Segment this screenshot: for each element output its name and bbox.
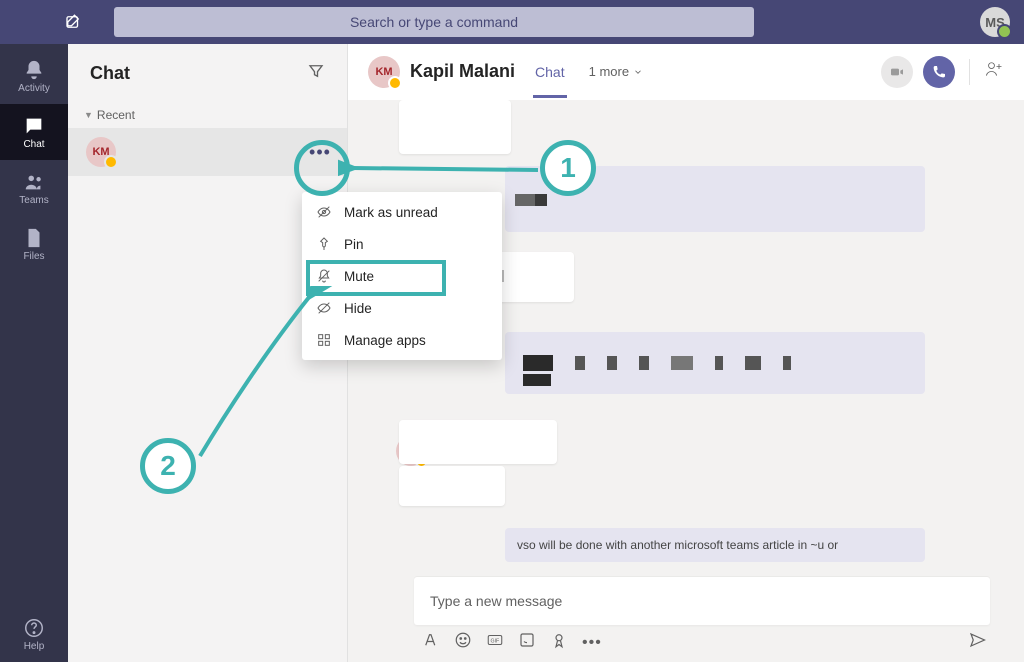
menu-mute[interactable]: Mute (302, 260, 502, 292)
menu-pin[interactable]: Pin (302, 228, 502, 260)
menu-manage-apps[interactable]: Manage apps (302, 324, 502, 356)
rail-chat[interactable]: Chat (0, 104, 68, 160)
send-button[interactable] (968, 631, 986, 654)
tab-chat[interactable]: Chat (533, 64, 567, 98)
annotation-step-1: 1 (540, 140, 596, 196)
chevron-down-icon (633, 67, 643, 77)
hide-icon (316, 300, 332, 316)
emoji-icon[interactable] (454, 631, 472, 654)
eye-off-icon (316, 204, 332, 220)
message-bubble (399, 100, 511, 154)
menu-hide[interactable]: Hide (302, 292, 502, 324)
message-input[interactable]: Type a new message (414, 577, 990, 625)
message-bubble: vso will be done with another microsoft … (505, 528, 925, 562)
chat-context-menu: Mark as unread Pin Mute Hide Manage apps (302, 192, 502, 360)
rail-activity[interactable]: Activity (0, 48, 68, 104)
apps-icon (316, 332, 332, 348)
rail-label: Chat (23, 139, 44, 150)
participants-more[interactable]: 1 more (589, 64, 643, 79)
bell-off-icon (316, 268, 332, 284)
message-bubble (505, 332, 925, 394)
more-icon[interactable]: ••• (582, 634, 602, 652)
message-bubble (399, 420, 557, 464)
app-shell: Activity Chat Teams Files Help Chat ▼ (0, 44, 1024, 662)
annotation-step-2: 2 (140, 438, 196, 494)
rail-label: Help (24, 641, 45, 652)
audio-call-button[interactable] (923, 56, 955, 88)
rail-teams[interactable]: Teams (0, 160, 68, 216)
rail-label: Files (23, 251, 44, 262)
message-bubble (399, 466, 505, 506)
pin-icon (316, 236, 332, 252)
rail-label: Teams (19, 195, 48, 206)
current-user-avatar[interactable]: MS (980, 7, 1010, 37)
titlebar: Search or type a command MS (0, 0, 1024, 44)
filter-icon[interactable] (307, 62, 325, 85)
rail-files[interactable]: Files (0, 216, 68, 272)
menu-mark-unread[interactable]: Mark as unread (302, 196, 502, 228)
participant-name: Kapil Malani (410, 61, 515, 82)
video-call-button[interactable] (881, 56, 913, 88)
search-input[interactable]: Search or type a command (114, 7, 754, 37)
app-rail: Activity Chat Teams Files Help (0, 44, 68, 662)
sticker-icon[interactable] (518, 631, 536, 654)
praise-icon[interactable] (550, 631, 568, 654)
add-people-button[interactable] (984, 59, 1004, 84)
rail-label: Activity (18, 83, 50, 94)
avatar: KM (86, 137, 116, 167)
rail-help[interactable]: Help (0, 606, 68, 662)
conversation-header: KM Kapil Malani Chat 1 more (348, 44, 1024, 100)
annotation-circle-more-button (294, 140, 350, 196)
recent-section-header[interactable]: ▼ Recent (68, 102, 347, 128)
composer-area: Type a new message GIF ••• (348, 577, 1024, 662)
compose-button[interactable] (14, 13, 82, 31)
gif-icon[interactable]: GIF (486, 631, 504, 654)
format-icon[interactable] (422, 631, 440, 654)
divider (969, 59, 970, 85)
avatar: KM (368, 56, 400, 88)
chat-list-title: Chat (90, 63, 307, 84)
svg-text:GIF: GIF (491, 638, 500, 644)
chevron-down-icon: ▼ (84, 110, 93, 120)
